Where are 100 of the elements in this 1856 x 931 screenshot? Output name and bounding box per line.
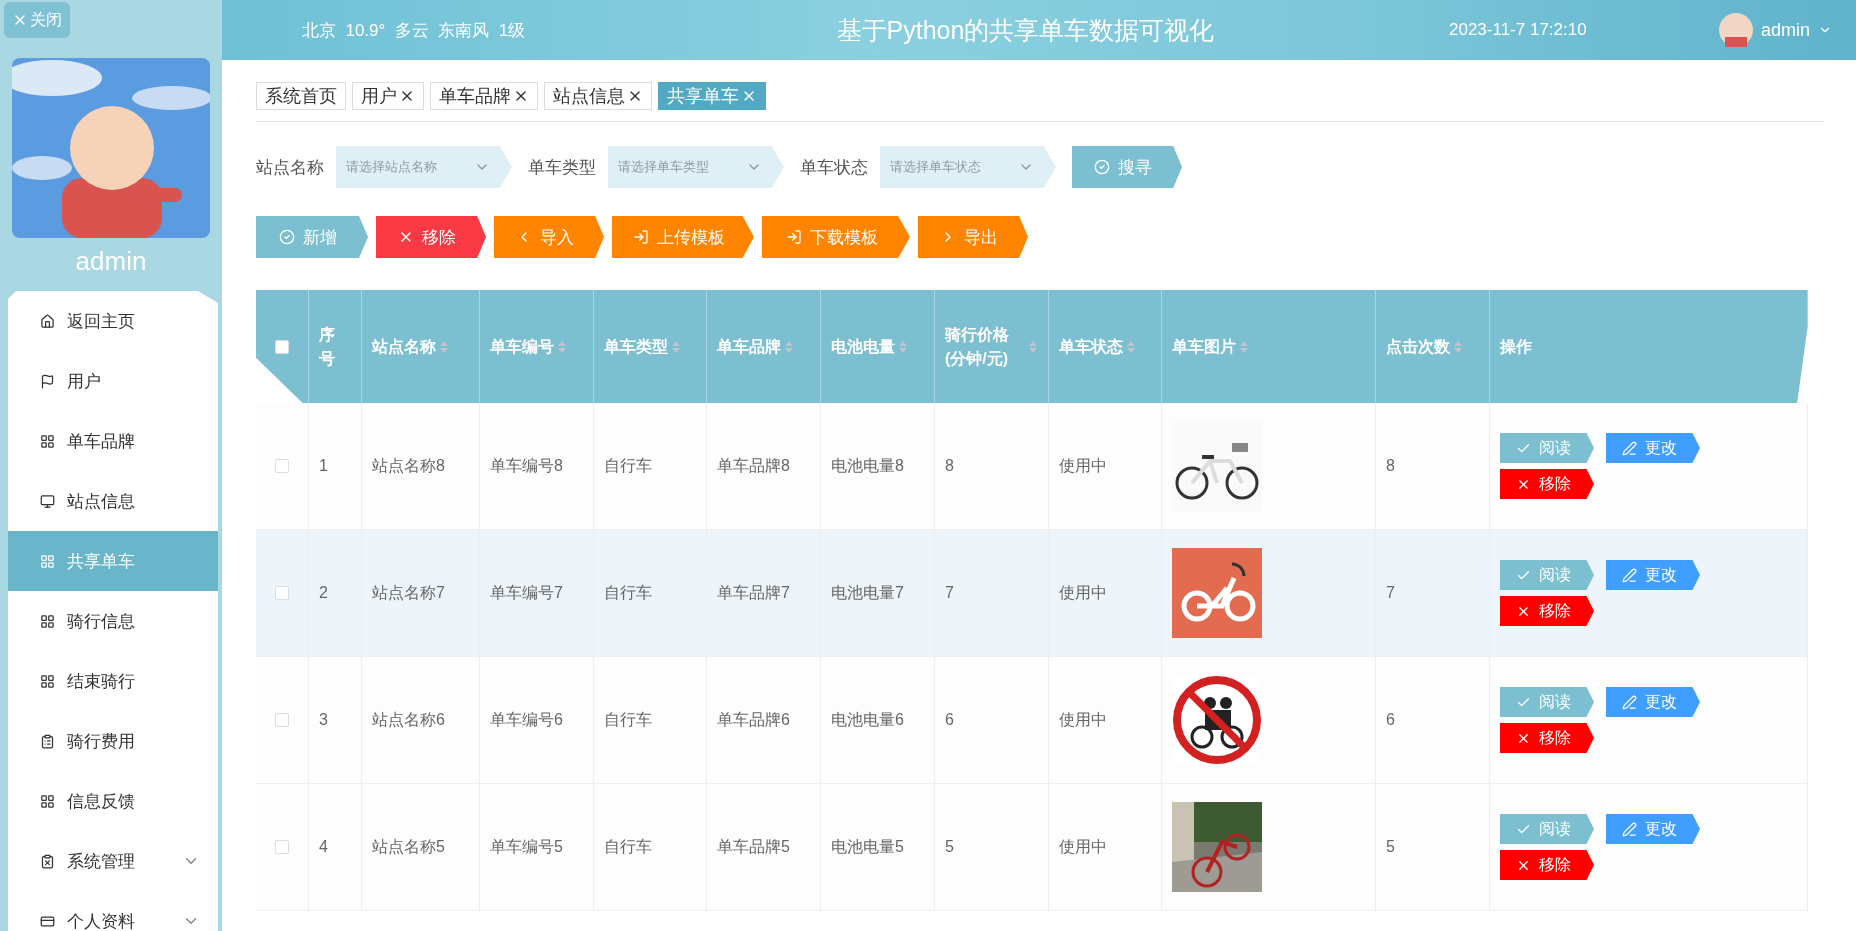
table-cell: 5: [1386, 838, 1395, 856]
select-all-checkbox[interactable]: [275, 339, 289, 354]
sidebar-item[interactable]: 共享单车: [8, 531, 218, 591]
flag-icon: [40, 373, 55, 389]
select-field[interactable]: 请选择单车状态: [880, 146, 1056, 188]
sidebar-item[interactable]: 骑行信息: [8, 591, 218, 651]
table-cell: 7: [945, 584, 954, 602]
sort-icon[interactable]: [558, 340, 566, 353]
column-header: 单车状态: [1059, 336, 1123, 357]
row-action-button[interactable]: 更改: [1606, 433, 1700, 463]
action-button[interactable]: 新增: [256, 216, 368, 258]
table-cell-text: 电池电量8: [831, 455, 904, 476]
action-button[interactable]: 上传模板: [612, 216, 754, 258]
sidebar-item[interactable]: 系统管理: [8, 831, 218, 891]
row-action-button[interactable]: 更改: [1606, 560, 1700, 590]
column-header: 电池电量: [831, 336, 895, 357]
table-cell: 4: [319, 838, 328, 856]
sidebar-item[interactable]: 用户: [8, 351, 218, 411]
column-header: 点击次数: [1386, 336, 1450, 357]
tab[interactable]: 用户: [352, 82, 424, 110]
table-cell-text: 单车编号5: [490, 836, 563, 857]
row-action-button[interactable]: 阅读: [1500, 433, 1594, 463]
table-cell: 8: [1386, 457, 1395, 475]
pen-icon: [1621, 821, 1637, 837]
table-cell-text: 单车编号7: [490, 582, 563, 603]
sidebar-item[interactable]: 个人资料: [8, 891, 218, 931]
row-action-button[interactable]: 移除: [1500, 850, 1594, 880]
sort-icon[interactable]: [1240, 340, 1248, 353]
row-checkbox[interactable]: [275, 840, 289, 854]
column-header: 单车类型: [604, 336, 668, 357]
search-button[interactable]: 搜寻: [1072, 146, 1182, 188]
grid-icon: [40, 793, 55, 809]
table-cell-text: 使用中: [1059, 455, 1107, 476]
sidebar-item[interactable]: 骑行费用: [8, 711, 218, 771]
table-cell-text: 站点名称5: [372, 836, 445, 857]
select-field[interactable]: 请选择单车类型: [608, 146, 784, 188]
clipboard-icon: [40, 853, 55, 869]
row-action-button[interactable]: 阅读: [1500, 560, 1594, 590]
action-button[interactable]: 下载模板: [762, 216, 910, 258]
table-row[interactable]: 4 站点名称5 单车编号5 自行车 单车品牌5 电池电量5 5 使用中 5 阅读 更改 移除: [256, 784, 1808, 911]
pen-icon: [1621, 440, 1637, 456]
tab[interactable]: 系统首页: [256, 82, 346, 110]
table-cell: 1: [319, 457, 328, 475]
row-action-button[interactable]: 移除: [1500, 469, 1594, 499]
row-checkbox[interactable]: [275, 713, 289, 727]
table-cell-text: 单车品牌8: [717, 455, 790, 476]
sidebar-item[interactable]: 结束骑行: [8, 651, 218, 711]
login-icon: [633, 229, 649, 245]
sort-icon[interactable]: [672, 340, 680, 353]
row-action-button[interactable]: 更改: [1606, 687, 1700, 717]
row-action-button[interactable]: 更改: [1606, 814, 1700, 844]
sort-icon[interactable]: [1127, 340, 1135, 353]
action-button[interactable]: 导入: [494, 216, 604, 258]
row-action-button[interactable]: 移除: [1500, 596, 1594, 626]
table-cell-text: 电池电量6: [831, 709, 904, 730]
table-cell-text: 自行车: [604, 836, 652, 857]
column-header: 单车品牌: [717, 336, 781, 357]
tab[interactable]: 单车品牌: [430, 82, 538, 110]
grid-icon: [40, 673, 55, 689]
pen-icon: [1621, 567, 1637, 583]
table-cell: 3: [319, 711, 328, 729]
user-menu[interactable]: admin: [1760, 19, 1810, 41]
table-cell: 7: [1386, 584, 1395, 602]
sidebar-username: admin: [75, 246, 147, 277]
row-action-button[interactable]: 阅读: [1500, 687, 1594, 717]
sort-icon[interactable]: [1029, 340, 1037, 353]
sort-icon[interactable]: [899, 340, 907, 353]
grid-icon: [40, 613, 55, 629]
row-action-button[interactable]: 移除: [1500, 723, 1594, 753]
tab[interactable]: 共享单车: [658, 82, 766, 110]
sort-icon[interactable]: [440, 340, 448, 353]
action-button[interactable]: 移除: [376, 216, 486, 258]
table-row[interactable]: 2 站点名称7 单车编号7 自行车 单车品牌7 电池电量7 7 使用中 7 阅读 更改 移除: [256, 530, 1808, 657]
table-cell-text: 单车品牌7: [717, 582, 790, 603]
sort-icon[interactable]: [785, 340, 793, 353]
table-cell-text: 站点名称7: [372, 582, 445, 603]
weather-text: 北京 10.9° 多云 东南风 1级: [302, 19, 527, 42]
table-cell-text: 单车编号6: [490, 709, 563, 730]
table-cell: 6: [1386, 711, 1395, 729]
sidebar-item[interactable]: 单车品牌: [8, 411, 218, 471]
table-row[interactable]: 1 站点名称8 单车编号8 自行车 单车品牌8 电池电量8 8 使用中 8 阅读 更改 移除: [256, 403, 1808, 530]
row-checkbox[interactable]: [275, 459, 289, 473]
home-icon: [40, 313, 55, 329]
sidebar-item[interactable]: 返回主页: [8, 291, 218, 351]
sidebar-item[interactable]: 信息反馈: [8, 771, 218, 831]
action-button[interactable]: 导出: [918, 216, 1028, 258]
sort-icon[interactable]: [1454, 340, 1462, 353]
table-row[interactable]: 3 站点名称6 单车编号6 自行车 单车品牌6 电池电量6 6 使用中 6 阅读 更改 移除: [256, 657, 1808, 784]
clipboard-icon: [40, 733, 55, 749]
row-action-button[interactable]: 阅读: [1500, 814, 1594, 844]
table-cell-text: 电池电量7: [831, 582, 904, 603]
avatar-icon: [1718, 13, 1753, 47]
select-field[interactable]: 请选择站点名称: [336, 146, 512, 188]
table-cell-text: 自行车: [604, 582, 652, 603]
close-button[interactable]: 关闭: [4, 2, 70, 38]
column-header: 操作: [1500, 336, 1532, 357]
tab[interactable]: 站点信息: [544, 82, 652, 110]
row-checkbox[interactable]: [275, 586, 289, 600]
column-header: 单车编号: [490, 336, 554, 357]
sidebar-item[interactable]: 站点信息: [8, 471, 218, 531]
